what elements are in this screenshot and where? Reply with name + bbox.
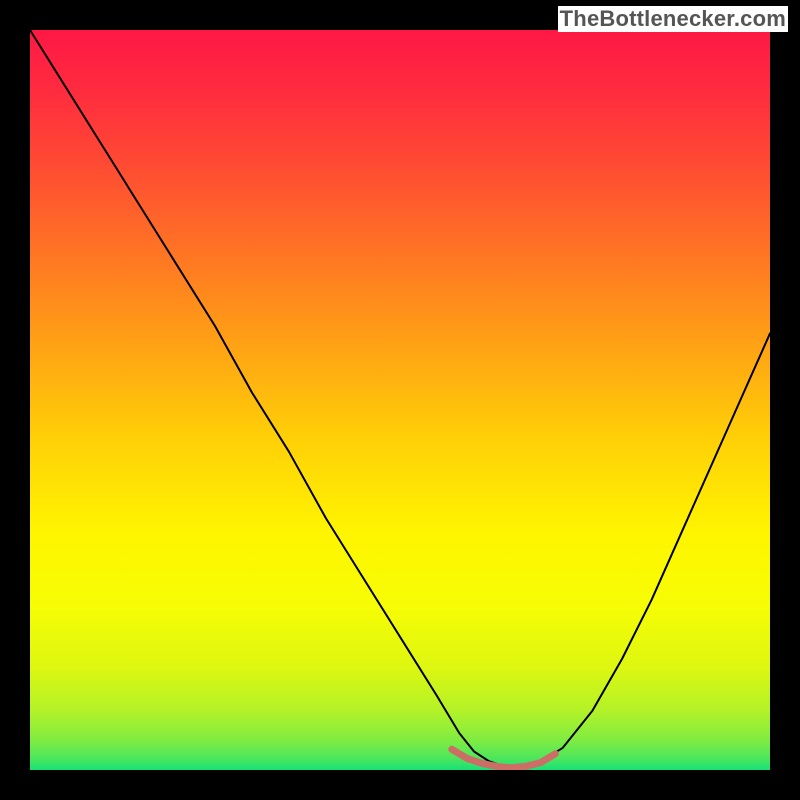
watermark-label: TheBottlenecker.com bbox=[558, 6, 788, 32]
plot-area bbox=[30, 30, 770, 770]
chart-svg bbox=[30, 30, 770, 770]
chart-background bbox=[30, 30, 770, 770]
chart-container: TheBottlenecker.com bbox=[0, 0, 800, 800]
